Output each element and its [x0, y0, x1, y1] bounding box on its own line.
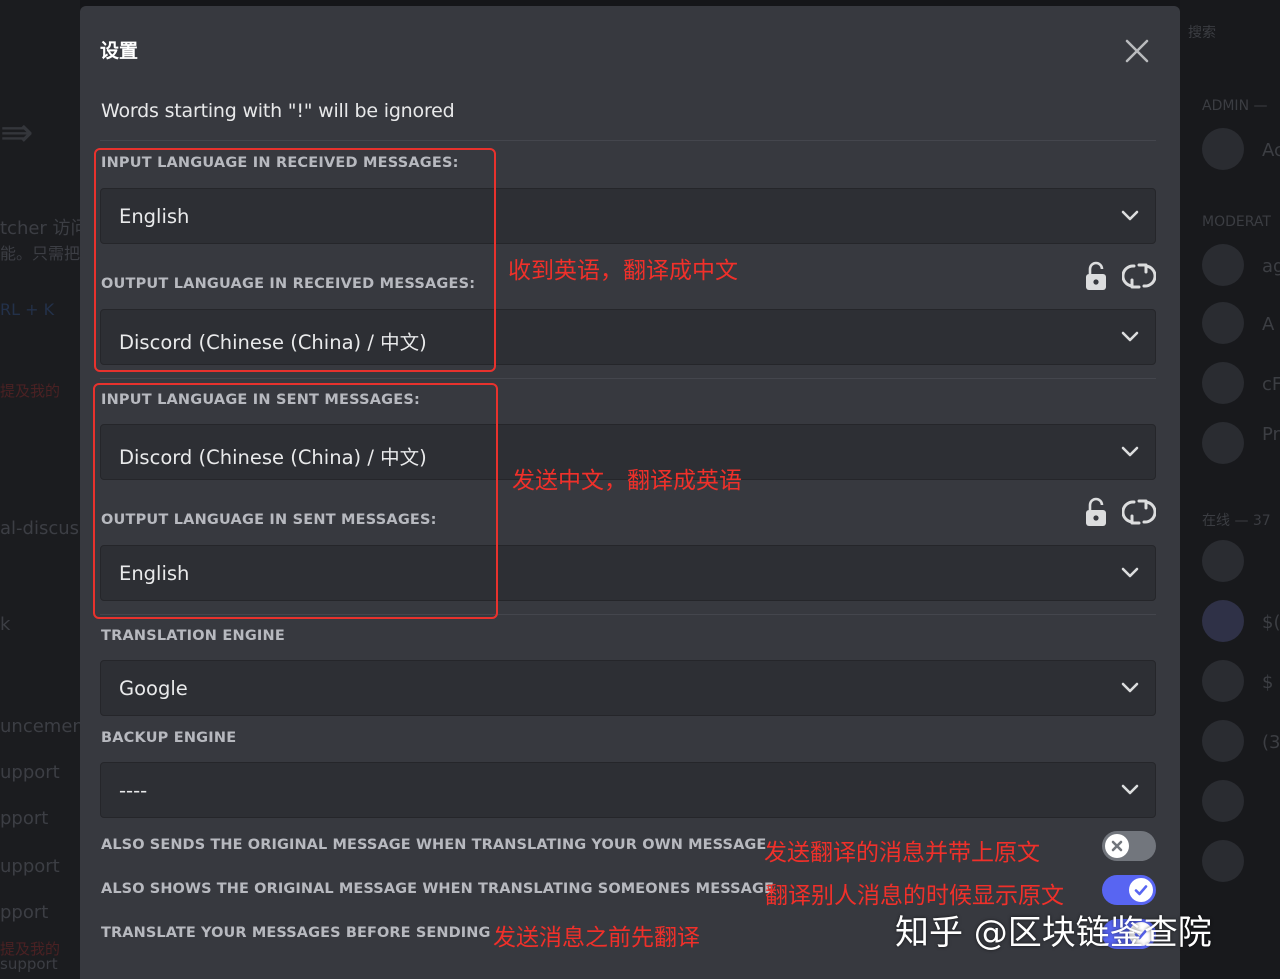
engine-label: TRANSLATION ENGINE — [101, 628, 285, 644]
bg-fragment: upport — [0, 856, 60, 877]
background-channel-sidebar: ⇛ tcher 访问 能。只需把 RL + K 提及我的 al-discuss … — [0, 0, 80, 979]
ignore-note: Words starting with "!" will be ignored — [101, 100, 455, 122]
annotation-toggle-1: 发送翻译的消息并带上原文 — [764, 840, 1040, 866]
annotation-toggle-3: 发送消息之前先翻译 — [493, 925, 700, 951]
toggle-show-original[interactable] — [1102, 875, 1156, 905]
chevron-down-icon — [1121, 784, 1139, 795]
annotation-received: 收到英语，翻译成中文 — [508, 258, 738, 284]
close-button[interactable] — [1122, 36, 1152, 66]
bg-fragment: al-discuss — [0, 518, 80, 539]
toggle-send-original[interactable] — [1102, 831, 1156, 861]
avatar — [1202, 244, 1244, 286]
lock-button[interactable] — [1083, 496, 1109, 528]
watermark: 知乎 @区块链鉴查院 — [895, 913, 1212, 953]
select-value: ---- — [119, 779, 148, 802]
swap-icon — [1121, 263, 1157, 289]
bg-fragment: pport — [0, 902, 49, 923]
avatar — [1202, 422, 1244, 464]
bg-fragment: k — [0, 614, 11, 635]
bg-fragment: 提及我的 — [0, 382, 61, 400]
avatar — [1202, 840, 1244, 882]
bg-fragment: Pr — [1262, 424, 1280, 445]
bg-fragment: pport — [0, 808, 49, 829]
avatar — [1202, 302, 1244, 344]
chevron-down-icon — [1121, 567, 1139, 578]
arrow-icon: ⇛ — [0, 110, 34, 156]
bg-fragment: tcher 访问 — [0, 218, 80, 239]
swap-icon — [1121, 499, 1157, 525]
lock-button[interactable] — [1083, 260, 1109, 292]
modal-title: 设置 — [100, 40, 139, 62]
engine-select[interactable]: Google — [100, 660, 1156, 716]
chevron-down-icon — [1121, 210, 1139, 221]
bg-fragment: RL + K — [0, 300, 55, 319]
avatar — [1202, 660, 1244, 702]
swap-button[interactable] — [1121, 496, 1157, 528]
bg-fragment: 能。只需把 — [0, 244, 80, 263]
bg-fragment: A — [1262, 314, 1275, 335]
annotation-sent: 发送中文，翻译成英语 — [512, 468, 742, 494]
bg-fragment: 搜索 — [1188, 25, 1216, 41]
lock-icon — [1086, 497, 1106, 526]
avatar — [1202, 540, 1244, 582]
avatar — [1202, 780, 1244, 822]
annotation-box-received — [94, 148, 496, 372]
bg-fragment: 在线 — 37 — [1202, 513, 1271, 529]
bg-fragment: upport — [0, 762, 60, 783]
bg-fragment: support — [0, 955, 58, 973]
toggle-label-show-original: ALSO SHOWS THE ORIGINAL MESSAGE WHEN TRA… — [101, 881, 774, 897]
toggle-label-translate-before-sending: TRANSLATE YOUR MESSAGES BEFORE SENDING — [101, 925, 491, 941]
swap-button[interactable] — [1121, 260, 1157, 292]
select-value: Google — [119, 677, 188, 700]
chevron-down-icon — [1121, 446, 1139, 457]
bg-fragment: $( — [1262, 612, 1280, 633]
toggle-knob — [1129, 878, 1153, 902]
x-icon — [1111, 840, 1123, 852]
bg-fragment: ADMIN — — [1202, 98, 1268, 114]
chevron-down-icon — [1121, 682, 1139, 693]
bg-fragment: $ — [1262, 672, 1274, 693]
bg-fragment: MODERAT — [1202, 214, 1271, 230]
chevron-down-icon — [1121, 331, 1139, 342]
check-icon — [1134, 885, 1148, 896]
avatar — [1202, 128, 1244, 170]
bg-fragment: cF — [1262, 374, 1280, 395]
avatar — [1202, 600, 1244, 642]
divider — [100, 140, 1156, 141]
avatar — [1202, 720, 1244, 762]
backup-engine-label: BACKUP ENGINE — [101, 730, 237, 746]
close-icon — [1125, 39, 1149, 63]
avatar — [1202, 362, 1244, 404]
toggle-label-send-original: ALSO SENDS THE ORIGINAL MESSAGE WHEN TRA… — [101, 837, 767, 853]
backup-engine-select[interactable]: ---- — [100, 762, 1156, 818]
background-member-list: 搜索 ADMIN — Ac MODERAT ag A cF Pr 在线 — 37… — [1180, 0, 1280, 979]
annotation-box-sent — [93, 383, 498, 619]
lock-icon — [1086, 261, 1106, 290]
bg-fragment: uncemen — [0, 716, 80, 737]
bg-fragment: Ac — [1262, 140, 1280, 161]
divider — [100, 378, 1156, 379]
bg-fragment: (3 — [1262, 732, 1280, 753]
toggle-knob — [1105, 834, 1129, 858]
bg-fragment: ag — [1262, 256, 1280, 277]
